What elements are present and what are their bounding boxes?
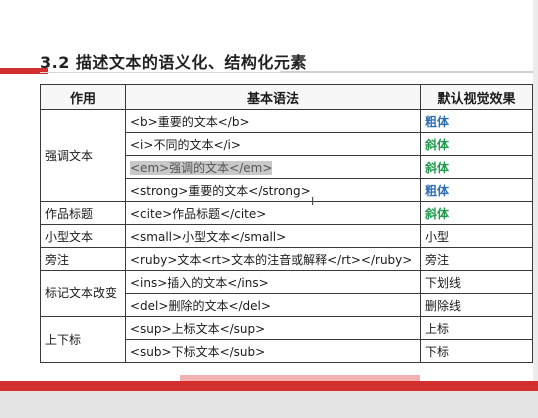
header-visual-effect: 默认视觉效果 — [420, 84, 533, 110]
footer-red-band — [0, 381, 538, 391]
syntax-cell[interactable]: <small>小型文本</small> — [125, 224, 421, 248]
footer-gray-band — [0, 391, 538, 418]
syntax-cell-selected[interactable]: <em>强调的文本</em> — [125, 155, 421, 179]
purpose-small-text: 小型文本 — [40, 224, 126, 248]
slide-right-edge — [533, 0, 538, 381]
effect-cell: 旁注 — [420, 247, 533, 271]
header-purpose: 作用 — [40, 84, 126, 110]
effect-cell: 粗体 — [420, 178, 533, 202]
purpose-work-title: 作品标题 — [40, 201, 126, 225]
effect-cell: 上标 — [420, 316, 533, 340]
purpose-mark-change: 标记文本改变 — [40, 270, 126, 317]
syntax-cell[interactable]: <ins>插入的文本</ins> — [125, 270, 421, 294]
table-row: 小型文本 <small>小型文本</small> 小型 — [40, 224, 533, 248]
syntax-cell[interactable]: <del>删除的文本</del> — [125, 293, 421, 317]
table-row: 旁注 <ruby>文本<rt>文本的注音或解释</rt></ruby> 旁注 — [40, 247, 533, 271]
table-row: 上下标 <sup>上标文本</sup> 上标 — [40, 316, 533, 363]
purpose-sup-sub: 上下标 — [40, 316, 126, 363]
effect-cell: 斜体 — [420, 201, 533, 225]
effect-cell: 下划线 — [420, 270, 533, 294]
effect-cell: 小型 — [420, 224, 533, 248]
effect-cell: 斜体 — [420, 132, 533, 156]
header-syntax: 基本语法 — [125, 84, 421, 110]
selected-syntax-text[interactable]: <em>强调的文本</em> — [130, 160, 273, 175]
table-header-row: 作用 基本语法 默认视觉效果 — [40, 84, 533, 110]
syntax-cell[interactable]: <i>不同的文本</i> — [125, 132, 421, 156]
effect-cell: 下标 — [420, 339, 533, 363]
table-row: 标记文本改变 <ins>插入的文本</ins> 下划线 — [40, 270, 533, 317]
title-accent-bar — [0, 68, 48, 74]
text-cursor-icon: I — [311, 195, 315, 208]
syntax-cell[interactable]: <sup>上标文本</sup> — [125, 316, 421, 340]
syntax-cell[interactable]: <b>重要的文本</b> — [125, 109, 421, 133]
title-divider-shadow — [280, 71, 538, 73]
syntax-cell[interactable]: <ruby>文本<rt>文本的注音或解释</rt></ruby> — [125, 247, 421, 271]
effect-cell: 斜体 — [420, 155, 533, 179]
table-row: 强调文本 <b>重要的文本</b> 粗体 — [40, 109, 533, 202]
purpose-emphasis: 强调文本 — [40, 109, 126, 202]
syntax-cell[interactable]: <cite>作品标题</cite> — [125, 201, 421, 225]
slide: 3.2 描述文本的语义化、结构化元素 作用 基本语法 默认视觉效果 强调文本 <… — [0, 0, 538, 418]
syntax-cell[interactable]: <sub>下标文本</sub> — [125, 339, 421, 363]
syntax-cell[interactable]: <strong>重要的文本</strong> — [125, 178, 421, 202]
semantic-elements-table: 作用 基本语法 默认视觉效果 强调文本 <b>重要的文本</b> 粗体 <i>不… — [40, 84, 533, 363]
effect-cell: 删除线 — [420, 293, 533, 317]
effect-cell: 粗体 — [420, 109, 533, 133]
table-row: 作品标题 <cite>作品标题</cite> 斜体 — [40, 201, 533, 225]
purpose-annotation: 旁注 — [40, 247, 126, 271]
slide-title: 3.2 描述文本的语义化、结构化元素 — [40, 53, 307, 72]
